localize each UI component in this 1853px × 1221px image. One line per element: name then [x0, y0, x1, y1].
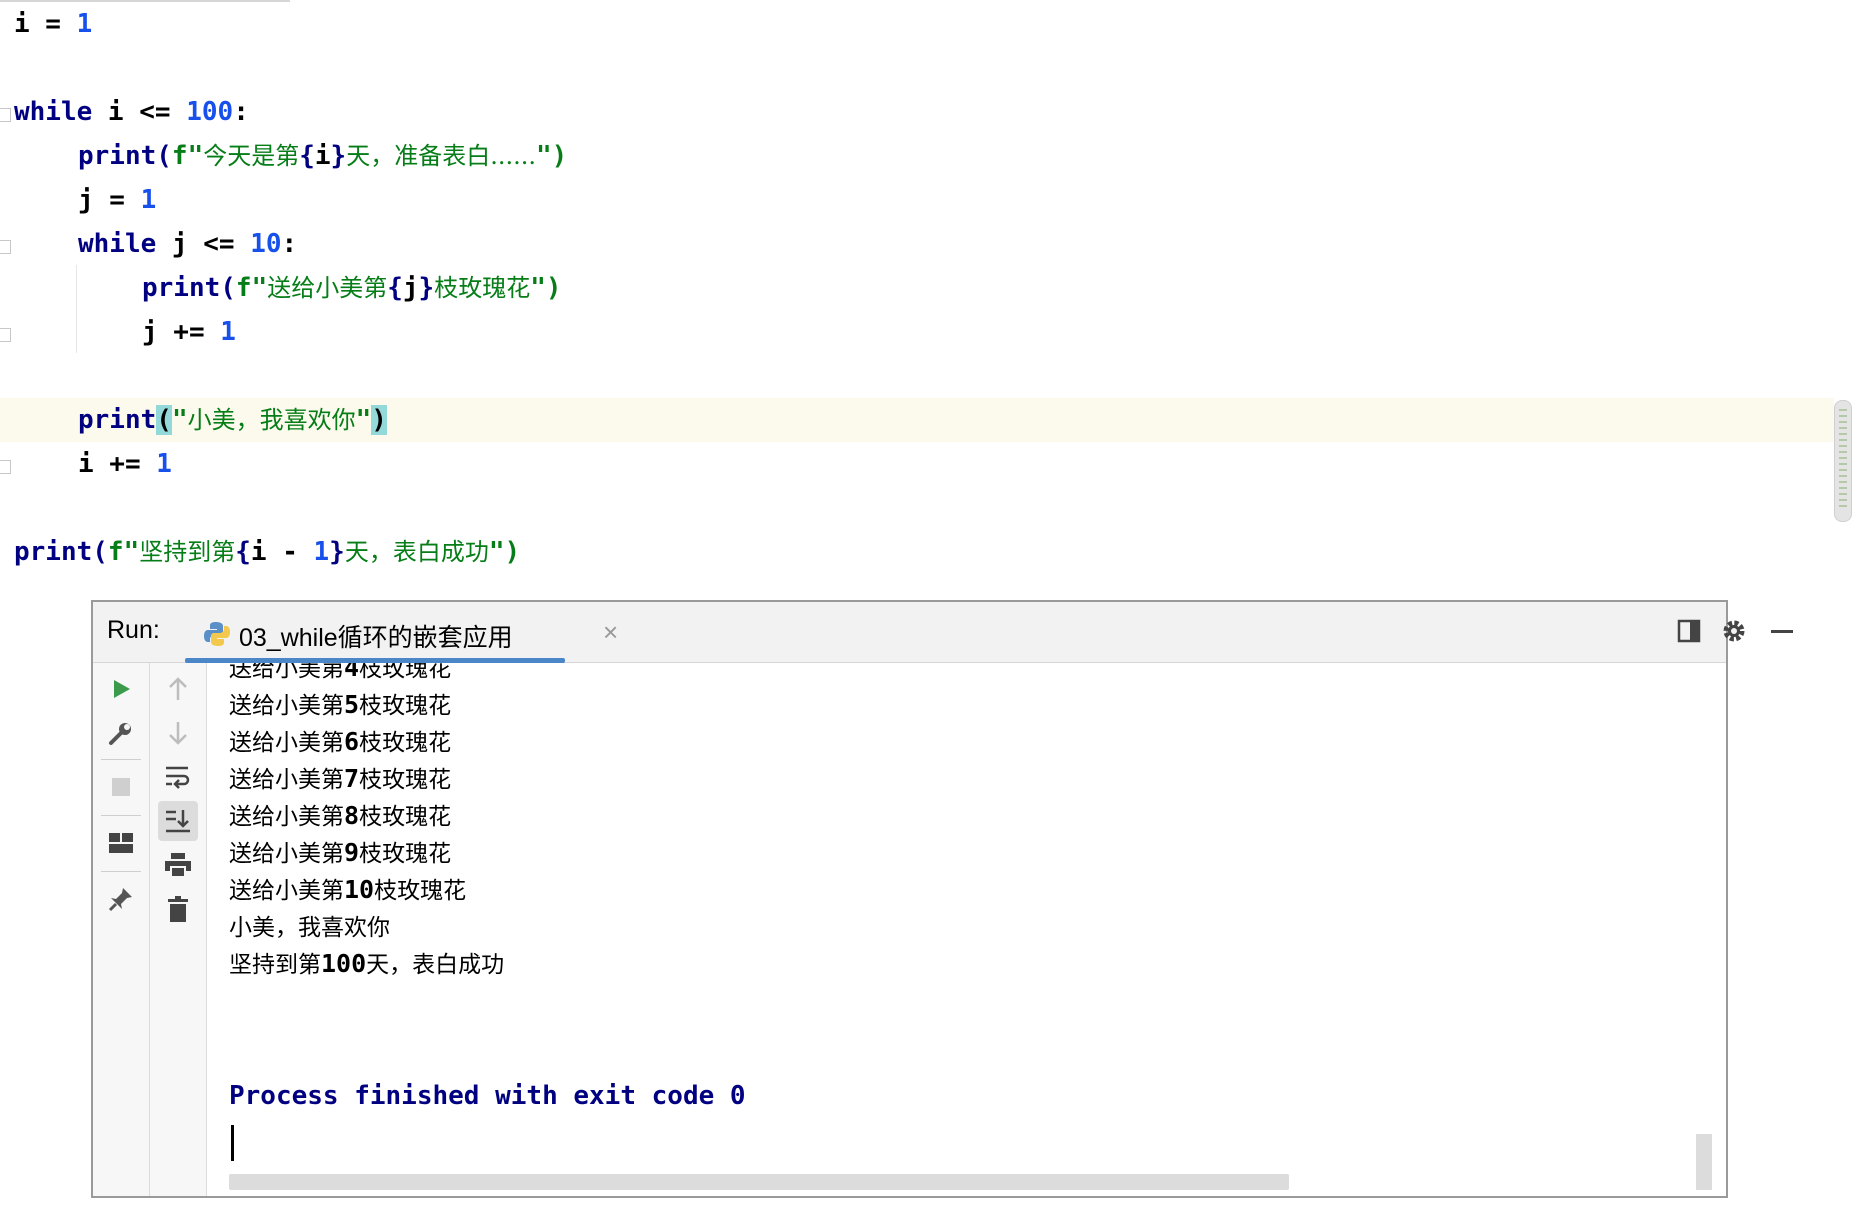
run-toolbar-left — [93, 663, 150, 1196]
code-line-print-success: print(f"坚持到第{i - 1}天，表白成功") — [14, 537, 521, 567]
previous-occurrence-button[interactable] — [158, 669, 198, 709]
code-line-print-rose: print(f"送给小美第{j}枝玫瑰花") — [142, 273, 562, 303]
console-line: 送给小美第5枝玫瑰花 — [229, 690, 452, 719]
pin-icon — [108, 888, 132, 912]
python-icon — [204, 622, 230, 646]
run-tab[interactable]: 03_while循环的嵌套应用 × — [175, 610, 618, 663]
code-line-i-increment: i += 1 — [78, 449, 172, 479]
fold-marker[interactable] — [0, 108, 11, 122]
console-line: 送给小美第7枝玫瑰花 — [229, 764, 452, 793]
vertical-scrollbar[interactable] — [1696, 1134, 1712, 1190]
gear-icon[interactable] — [1719, 616, 1749, 646]
print-icon — [165, 853, 191, 878]
process-exit-message: Process finished with exit code 0 — [229, 1081, 746, 1111]
restore-layout-icon[interactable] — [1674, 616, 1704, 646]
minimize-icon[interactable] — [1767, 616, 1797, 646]
scroll-to-end-icon — [166, 810, 190, 833]
edit-config-button[interactable] — [101, 713, 141, 753]
rerun-button[interactable] — [101, 669, 141, 709]
toolbar-separator — [101, 871, 141, 872]
trash-icon — [168, 896, 188, 922]
clear-all-button[interactable] — [158, 889, 198, 929]
toolbar-separator — [101, 759, 141, 760]
code-line-while-inner: while j <= 10: — [78, 229, 298, 259]
code-line-j-init: j = 1 — [78, 185, 157, 215]
console-line: 送给小美第10枝玫瑰花 — [229, 875, 467, 904]
stop-button[interactable] — [101, 767, 141, 807]
code-line-j-increment: j += 1 — [142, 317, 236, 347]
console-line: 送给小美第6枝玫瑰花 — [229, 727, 452, 756]
console-line: 坚持到第100天，表白成功 — [229, 949, 505, 978]
stop-icon — [112, 778, 130, 796]
error-stripe-marker[interactable] — [1834, 400, 1852, 522]
horizontal-scrollbar[interactable] — [229, 1174, 1289, 1190]
code-line-print-day: print(f"今天是第{i}天，准备表白......") — [78, 141, 568, 171]
console-line: 送给小美第9枝玫瑰花 — [229, 838, 452, 867]
close-icon[interactable]: × — [603, 617, 618, 648]
indent-guide — [76, 265, 77, 353]
next-occurrence-button[interactable] — [158, 713, 198, 753]
run-label: Run: — [107, 616, 160, 644]
run-icon — [114, 680, 130, 698]
arrow-down-icon — [169, 722, 187, 745]
soft-wrap-button[interactable] — [158, 757, 198, 797]
run-tab-title: 03_while循环的嵌套应用 — [239, 624, 513, 652]
console-line: 小美，我喜欢你 — [229, 915, 390, 941]
print-button[interactable] — [158, 845, 198, 885]
code-line-while-outer: while i <= 100: — [14, 97, 249, 127]
code-line-1: i = 1 — [14, 9, 93, 39]
fold-marker[interactable] — [0, 460, 11, 474]
layout-icon — [109, 833, 133, 853]
toolbar-separator — [101, 815, 141, 816]
soft-wrap-icon — [166, 766, 190, 789]
arrow-up-icon — [169, 677, 187, 700]
scroll-to-end-button[interactable] — [158, 801, 198, 841]
layout-button[interactable] — [101, 823, 141, 863]
fold-marker[interactable] — [0, 328, 11, 342]
console-line: 送给小美第8枝玫瑰花 — [229, 801, 452, 830]
wrench-icon — [109, 723, 131, 745]
run-header: Run: 03_while循环的嵌套应用 × — [93, 602, 1793, 663]
pin-tab-button[interactable] — [101, 879, 141, 919]
code-line-print-love: print("小美，我喜欢你") — [78, 405, 387, 435]
fold-marker[interactable] — [0, 240, 11, 254]
run-tool-window: Run: 03_while循环的嵌套应用 × 送给小美第4枝玫瑰花 送给小美第5… — [91, 600, 1793, 1198]
code-editor[interactable]: i = 1 while i <= 100: print(f"今天是第{i}天，准… — [0, 0, 1853, 600]
console-output[interactable]: 送给小美第4枝玫瑰花 送给小美第5枝玫瑰花 送给小美第6枝玫瑰花 送给小美第7枝… — [207, 663, 1726, 1196]
text-caret — [231, 1125, 234, 1161]
run-toolbar-right — [150, 663, 207, 1196]
console-line: 送给小美第4枝玫瑰花 — [229, 663, 452, 682]
